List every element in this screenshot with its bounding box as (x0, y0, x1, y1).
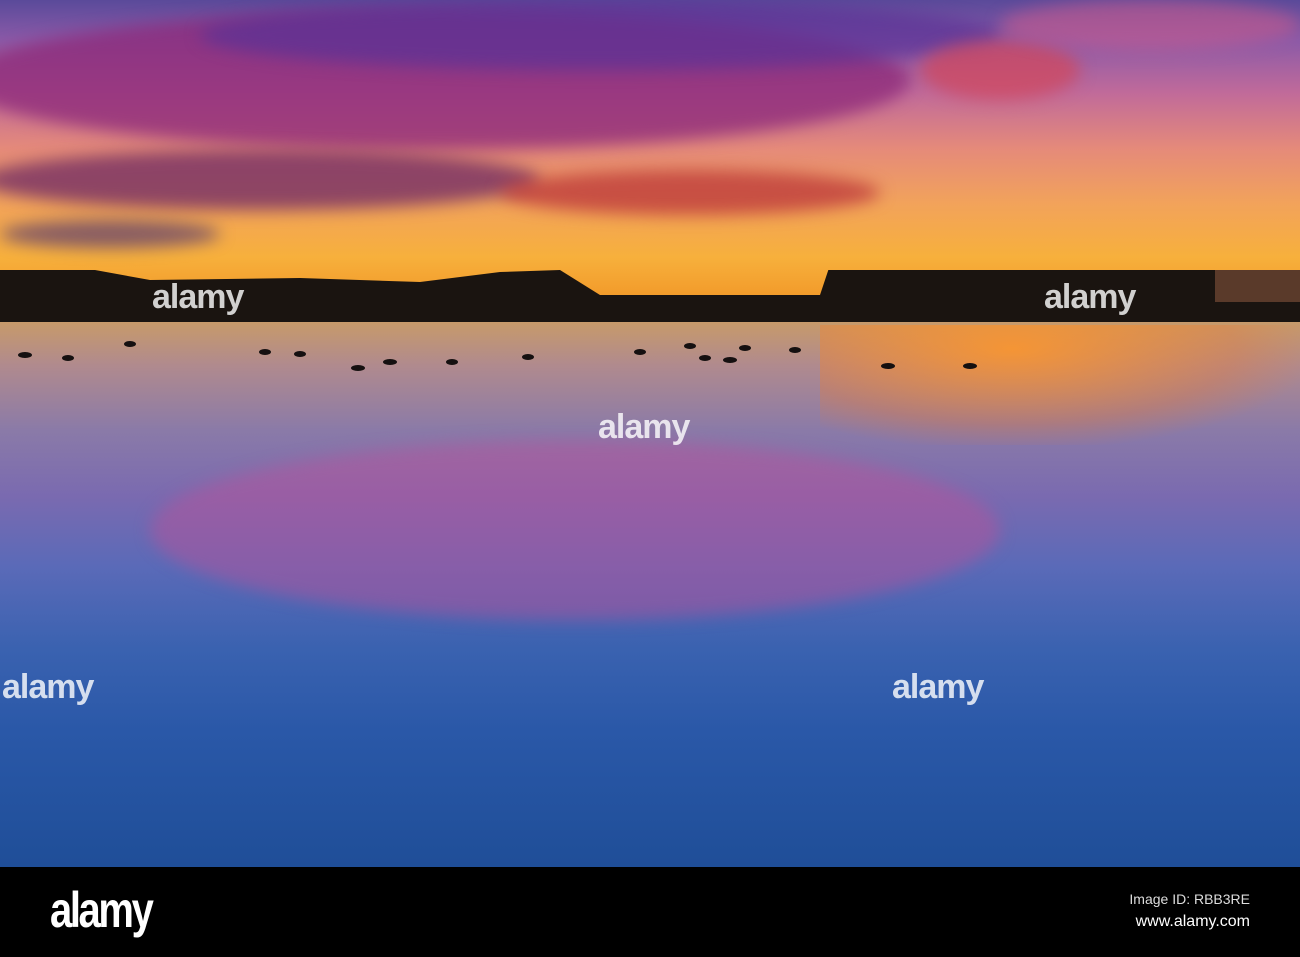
watermark: alamy (152, 278, 244, 316)
cloud (920, 40, 1080, 100)
stock-photo: alamy alamy alamy alamy alamy (0, 0, 1300, 867)
website-link[interactable]: www.alamy.com (1136, 913, 1250, 931)
watermark: alamy (1044, 278, 1136, 316)
cloud-reflection (150, 440, 1000, 620)
geese-flock (18, 341, 977, 371)
cloud (1000, 0, 1300, 50)
cloud (0, 150, 540, 210)
cloud (0, 220, 220, 248)
image-id: Image ID: RBB3RE (1129, 891, 1250, 907)
alamy-logo: alamy (50, 882, 154, 938)
cloud (200, 0, 1000, 70)
cloud (500, 170, 880, 215)
footer-bar: alamy Image ID: RBB3RE www.alamy.com (0, 867, 1300, 957)
watermark: alamy (892, 668, 984, 706)
watermark: alamy (598, 408, 690, 446)
watermark: alamy (2, 668, 94, 706)
